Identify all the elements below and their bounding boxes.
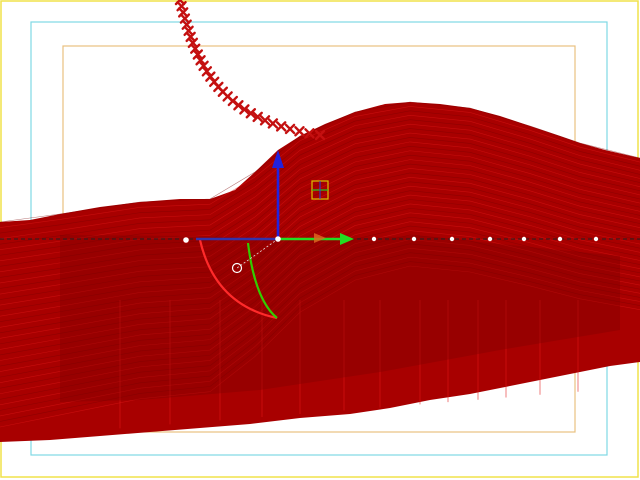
curve-markers[interactable] (174, 0, 326, 141)
curve-marker-icon[interactable] (284, 123, 296, 135)
curve-marker-icon[interactable] (294, 126, 305, 137)
axis-point[interactable] (487, 236, 493, 242)
gizmo-center-dot[interactable] (275, 236, 281, 242)
axis-point[interactable] (449, 236, 455, 242)
axis-point[interactable] (557, 236, 563, 242)
red-mesh-surface[interactable] (0, 101, 640, 442)
axis-point[interactable] (371, 236, 377, 242)
curve-marker-icon[interactable] (275, 121, 287, 132)
gizmo-origin-dot[interactable] (182, 236, 190, 244)
axis-point[interactable] (411, 236, 417, 242)
axis-point[interactable] (593, 236, 599, 242)
3d-viewport[interactable] (0, 0, 640, 480)
viewport-canvas[interactable] (0, 0, 640, 480)
curve-marker-icon[interactable] (267, 118, 279, 129)
axis-point[interactable] (521, 236, 527, 242)
